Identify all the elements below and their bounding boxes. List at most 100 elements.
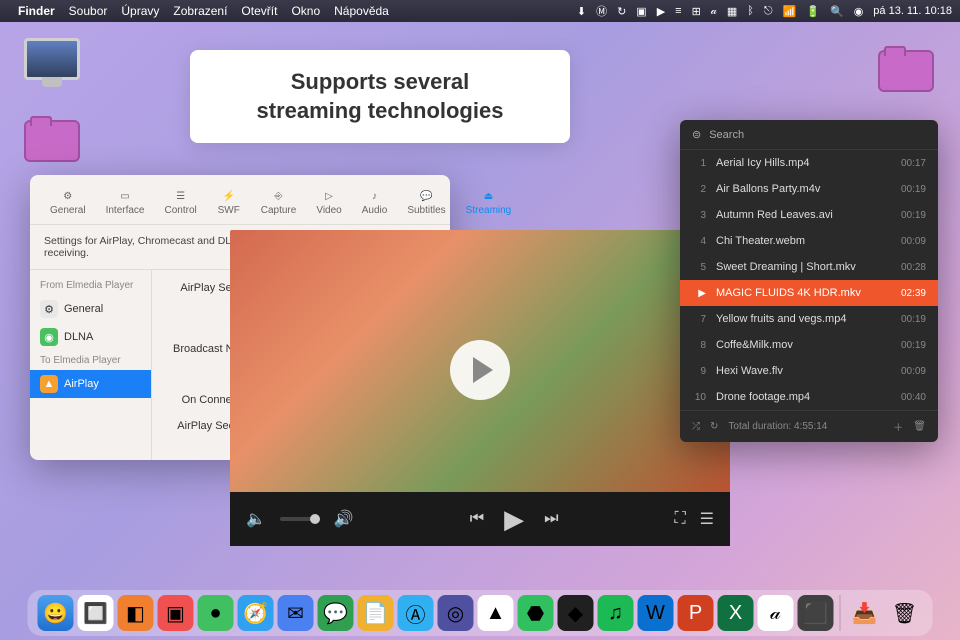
playlist-row[interactable]: 10Drone footage.mp400:40 (680, 384, 938, 410)
video-icon[interactable]: ▶ (657, 5, 665, 18)
dock-mail[interactable]: ✉ (278, 595, 314, 631)
mute-icon[interactable]: 🔈 (246, 509, 266, 529)
playlist-row[interactable]: 8Coffe&Milk.mov00:19 (680, 332, 938, 358)
menu-okno[interactable]: Okno (291, 4, 320, 18)
wallpaper-icon[interactable]: ▦ (727, 5, 737, 18)
playlist-row-index: 9 (692, 366, 706, 377)
camera-icon[interactable]: ▣ (636, 5, 646, 18)
playlist-row[interactable]: 9Hexi Wave.flv00:09 (680, 358, 938, 384)
playlist-search-label: Search (709, 129, 744, 141)
menu-otevrit[interactable]: Otevřít (241, 4, 277, 18)
dock-excel[interactable]: X (718, 595, 754, 631)
dock-spotify[interactable]: ♫ (598, 595, 634, 631)
dock-app6[interactable]: ⬣ (518, 595, 554, 631)
volume-icon[interactable]: 🔊 (334, 509, 354, 529)
gear-icon: ⚙ (40, 300, 58, 318)
tab-audio[interactable]: ♪Audio (354, 183, 396, 220)
playlist-search-row[interactable]: ⊜ Search (680, 120, 938, 150)
dock-app2[interactable]: ▣ (158, 595, 194, 631)
play-icon[interactable]: ▶ (504, 504, 524, 535)
playlist-row[interactable]: ▶MAGIC FLUIDS 4K HDR.mkv02:39 (680, 280, 938, 306)
dock-launchpad[interactable]: 🔲 (78, 595, 114, 631)
dock-word[interactable]: W (638, 595, 674, 631)
wifi-icon[interactable]: 📶 (783, 5, 797, 18)
playlist-row[interactable]: 7Yellow fruits and vegs.mp400:19 (680, 306, 938, 332)
desktop-icon-imac[interactable] (22, 38, 82, 80)
playlist-row[interactable]: 4Chi Theater.webm00:09 (680, 228, 938, 254)
menu-upravy[interactable]: Úpravy (121, 4, 159, 18)
script-icon[interactable]: 𝒶 (711, 5, 717, 18)
menu-soubor[interactable]: Soubor (69, 4, 108, 18)
tab-swf[interactable]: ⚡SWF (209, 183, 249, 220)
search-icon[interactable]: 🔍 (830, 5, 844, 18)
trash-icon[interactable]: 🗑 (913, 421, 926, 432)
prev-track-icon[interactable]: ⏮ (470, 504, 484, 535)
dock-app3[interactable]: ● (198, 595, 234, 631)
dock-app7[interactable]: ◆ (558, 595, 594, 631)
playlist-row-name: MAGIC FLUIDS 4K HDR.mkv (716, 287, 891, 299)
menu-zobrazeni[interactable]: Zobrazení (173, 4, 227, 18)
playlist-row-duration: 00:19 (901, 210, 926, 221)
play-overlay-icon[interactable] (450, 340, 510, 400)
bar-icon[interactable]: ≡ (675, 5, 681, 17)
dock-notes[interactable]: 📄 (358, 595, 394, 631)
tab-streaming[interactable]: ⏏Streaming (458, 183, 520, 220)
clock[interactable]: pá 13. 11. 10:18 (873, 5, 952, 17)
playlist-toggle-icon[interactable]: ☰ (700, 509, 714, 529)
dock-safari[interactable]: 🧭 (238, 595, 274, 631)
playlist-row-duration: 02:39 (901, 288, 926, 299)
tab-subtitles[interactable]: 💬Subtitles (399, 183, 453, 220)
sync-icon[interactable]: ↻ (617, 5, 626, 18)
tab-control[interactable]: ☰Control (157, 183, 205, 220)
sidebar-item-dlna[interactable]: ◉ DLNA (30, 323, 151, 351)
tab-capture[interactable]: ⎆Capture (253, 183, 305, 220)
menubar-app[interactable]: Finder (18, 4, 55, 18)
playlist-row[interactable]: 5Sweet Dreaming | Short.mkv00:28 (680, 254, 938, 280)
dock-finder[interactable]: 😀 (38, 595, 74, 631)
battery-icon[interactable]: 🔋 (806, 5, 820, 18)
filter-icon[interactable]: ⊜ (692, 128, 701, 141)
video-frame[interactable] (230, 230, 730, 510)
grid-icon[interactable]: ⊞ (692, 5, 701, 18)
shuffle-icon[interactable]: ⤮ (692, 421, 700, 432)
dock-app5[interactable]: ▲ (478, 595, 514, 631)
dock-script[interactable]: 𝒶 (758, 595, 794, 631)
next-track-icon[interactable]: ⏭ (544, 504, 558, 535)
add-icon[interactable]: ＋ (893, 419, 903, 434)
siri-icon[interactable]: ◉ (854, 5, 864, 18)
playlist-row-name: Autumn Red Leaves.avi (716, 209, 891, 221)
imac-icon (24, 38, 80, 80)
sidebar-item-general[interactable]: ⚙ General (30, 295, 151, 323)
dock-powerpoint[interactable]: P (678, 595, 714, 631)
dock-messages[interactable]: 💬 (318, 595, 354, 631)
tab-interface[interactable]: ▭Interface (98, 183, 153, 220)
playlist-row-name: Yellow fruits and vegs.mp4 (716, 313, 891, 325)
knobs-icon: ☰ (169, 187, 193, 205)
dock-downloads[interactable]: 📥 (847, 595, 883, 631)
repeat-icon[interactable]: ↻ (710, 421, 718, 432)
bluetooth-icon[interactable]: ᛒ (747, 5, 754, 17)
link-icon[interactable]: ⎋ (764, 5, 773, 18)
tab-video[interactable]: ▷Video (308, 183, 349, 220)
dock-trash[interactable]: 🗑 (887, 595, 923, 631)
playlist-row[interactable]: 2Air Ballons Party.m4v00:19 (680, 176, 938, 202)
dropbox-icon[interactable]: ⬇ (577, 5, 586, 18)
dock-appstore[interactable]: Ⓐ (398, 595, 434, 631)
dock-app4[interactable]: ◎ (438, 595, 474, 631)
desktop-folder-1[interactable] (22, 120, 82, 162)
dock-app1[interactable]: ◧ (118, 595, 154, 631)
playlist-row[interactable]: 1Aerial Icy Hills.mp400:17 (680, 150, 938, 176)
playlist-row[interactable]: 3Autumn Red Leaves.avi00:19 (680, 202, 938, 228)
volume-slider[interactable] (280, 517, 320, 521)
tab-general[interactable]: ⚙General (42, 183, 94, 220)
sidebar-header-to: To Elmedia Player (30, 351, 151, 370)
desktop-folder-2[interactable] (876, 50, 936, 92)
menu-napoveda[interactable]: Nápověda (334, 4, 389, 18)
playlist-row-name: Hexi Wave.flv (716, 365, 891, 377)
playlist-row-name: Sweet Dreaming | Short.mkv (716, 261, 891, 273)
dock-terminal[interactable]: ⬛ (798, 595, 834, 631)
playlist-row-index: 10 (692, 392, 706, 403)
shield-icon[interactable]: Ⓜ (596, 3, 607, 19)
sidebar-item-airplay[interactable]: ▲ AirPlay (30, 370, 151, 398)
fullscreen-icon[interactable]: ⛶ (674, 510, 685, 528)
